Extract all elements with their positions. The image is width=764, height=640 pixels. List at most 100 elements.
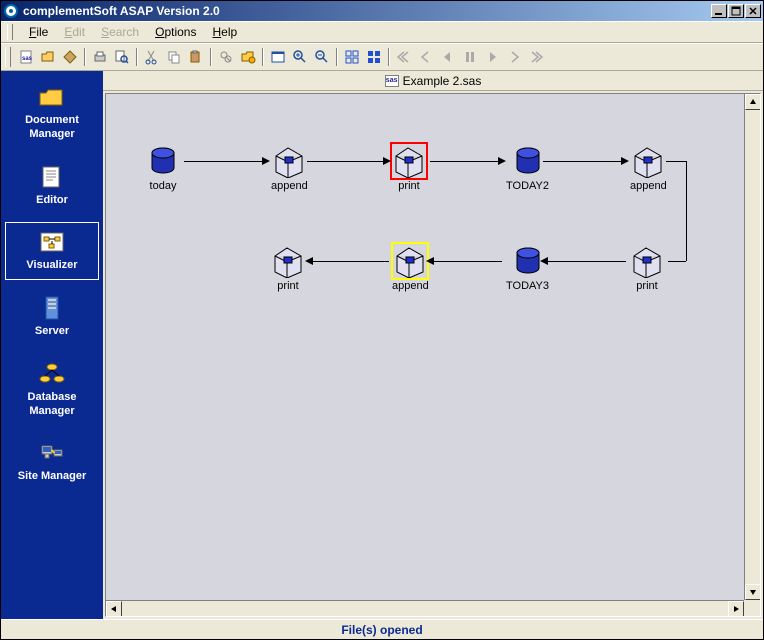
- app-icon: [3, 3, 19, 19]
- paste-button[interactable]: [185, 46, 207, 68]
- node-append-1[interactable]: append: [271, 144, 308, 192]
- node-print-3[interactable]: print: [271, 244, 305, 292]
- print-button[interactable]: [89, 46, 111, 68]
- toolbar-sep: [388, 48, 390, 66]
- cube-icon: [271, 244, 305, 278]
- sidebar-item-label: Database Manager: [8, 391, 96, 419]
- sas-file-icon: sas: [385, 75, 399, 87]
- menu-help[interactable]: Help: [204, 23, 245, 41]
- sidebar-item-label: Site Manager: [18, 470, 86, 484]
- window-controls: [710, 4, 761, 18]
- toolbar-sep: [84, 48, 86, 66]
- zoom-in-button[interactable]: [289, 46, 311, 68]
- folder-button[interactable]: [237, 46, 259, 68]
- sidebar-item-site-manager[interactable]: Site Manager: [5, 433, 99, 491]
- toolbar-handle[interactable]: [5, 47, 11, 67]
- node-label: append: [392, 280, 429, 292]
- nav-last-button[interactable]: [525, 46, 547, 68]
- arrow-head: [621, 157, 629, 165]
- node-print-1[interactable]: print: [392, 144, 426, 192]
- scroll-left-button[interactable]: [106, 601, 122, 617]
- sidebar-item-visualizer[interactable]: Visualizer: [5, 222, 99, 280]
- nav-next-button[interactable]: [503, 46, 525, 68]
- node-label: TODAY2: [506, 180, 549, 192]
- toolbar: sas: [1, 43, 763, 71]
- cube-icon: [272, 144, 306, 178]
- toolbar-sep: [336, 48, 338, 66]
- sidebar-item-editor[interactable]: Editor: [5, 157, 99, 215]
- node-label: append: [271, 180, 308, 192]
- cylinder-icon: [146, 144, 180, 178]
- node-append-2[interactable]: append: [630, 144, 667, 192]
- node-print-2[interactable]: print: [630, 244, 664, 292]
- zoom-out-button[interactable]: [311, 46, 333, 68]
- vertical-scrollbar[interactable]: [744, 94, 760, 600]
- arrow: [184, 161, 262, 162]
- server-icon: [36, 295, 68, 321]
- toolbar-sep: [262, 48, 264, 66]
- sidebar-item-label: Server: [35, 325, 69, 339]
- window-title: complementSoft ASAP Version 2.0: [23, 4, 710, 18]
- main-area: Document Manager Editor Visualizer Serve…: [1, 71, 763, 619]
- node-label: today: [150, 180, 177, 192]
- cube-icon: [630, 244, 664, 278]
- cut-button[interactable]: [141, 46, 163, 68]
- titlebar: complementSoft ASAP Version 2.0: [1, 1, 763, 21]
- close-button[interactable]: [745, 4, 761, 18]
- arrow: [313, 261, 389, 262]
- site-icon: [36, 440, 68, 466]
- nav-back-button[interactable]: [437, 46, 459, 68]
- cube-icon: [392, 144, 426, 178]
- sidebar-item-document-manager[interactable]: Document Manager: [5, 77, 99, 149]
- arrow: [543, 161, 621, 162]
- arrow: [430, 161, 498, 162]
- node-label: print: [398, 180, 419, 192]
- editor-icon: [36, 164, 68, 190]
- sidebar-item-database-manager[interactable]: Database Manager: [5, 354, 99, 426]
- grid2-button[interactable]: [363, 46, 385, 68]
- menu-file[interactable]: File: [21, 23, 56, 41]
- sidebar-item-label: Document Manager: [8, 114, 96, 142]
- app-window: complementSoft ASAP Version 2.0 File Edi…: [0, 0, 764, 640]
- nav-prev-button[interactable]: [415, 46, 437, 68]
- grid1-button[interactable]: [341, 46, 363, 68]
- menubar: File Edit Search Options Help: [1, 21, 763, 43]
- arrow-head: [498, 157, 506, 165]
- maximize-button[interactable]: [728, 4, 744, 18]
- arrow-head: [426, 257, 434, 265]
- menu-options[interactable]: Options: [147, 23, 204, 41]
- sidebar: Document Manager Editor Visualizer Serve…: [1, 71, 103, 619]
- cube-icon: [393, 244, 427, 278]
- arrow-head: [305, 257, 313, 265]
- menubar-handle[interactable]: [7, 24, 13, 40]
- scroll-down-button[interactable]: [745, 584, 761, 600]
- node-append-3[interactable]: append: [392, 244, 429, 292]
- document-tab[interactable]: sas Example 2.sas: [103, 71, 763, 91]
- preview-button[interactable]: [111, 46, 133, 68]
- scroll-up-button[interactable]: [745, 94, 761, 110]
- database-icon: [36, 361, 68, 387]
- node-today3[interactable]: TODAY3: [506, 244, 549, 292]
- scroll-right-button[interactable]: [728, 601, 744, 617]
- arrow-head: [262, 157, 270, 165]
- pause-button[interactable]: [459, 46, 481, 68]
- arrow-head: [383, 157, 391, 165]
- scroll-corner: [744, 600, 760, 616]
- nav-fwd-button[interactable]: [481, 46, 503, 68]
- arrow: [666, 161, 686, 162]
- horizontal-scrollbar[interactable]: [106, 600, 744, 616]
- save-button[interactable]: [59, 46, 81, 68]
- visualizer-icon: [36, 229, 68, 255]
- find-button[interactable]: [215, 46, 237, 68]
- node-today[interactable]: today: [146, 144, 180, 192]
- new-file-button[interactable]: sas: [15, 46, 37, 68]
- sidebar-item-server[interactable]: Server: [5, 288, 99, 346]
- node-today2[interactable]: TODAY2: [506, 144, 549, 192]
- minimize-button[interactable]: [711, 4, 727, 18]
- open-file-button[interactable]: [37, 46, 59, 68]
- window-button[interactable]: [267, 46, 289, 68]
- toolbar-sep: [136, 48, 138, 66]
- diagram-canvas[interactable]: today append print TODAY2: [106, 94, 760, 616]
- copy-button[interactable]: [163, 46, 185, 68]
- nav-first-button[interactable]: [393, 46, 415, 68]
